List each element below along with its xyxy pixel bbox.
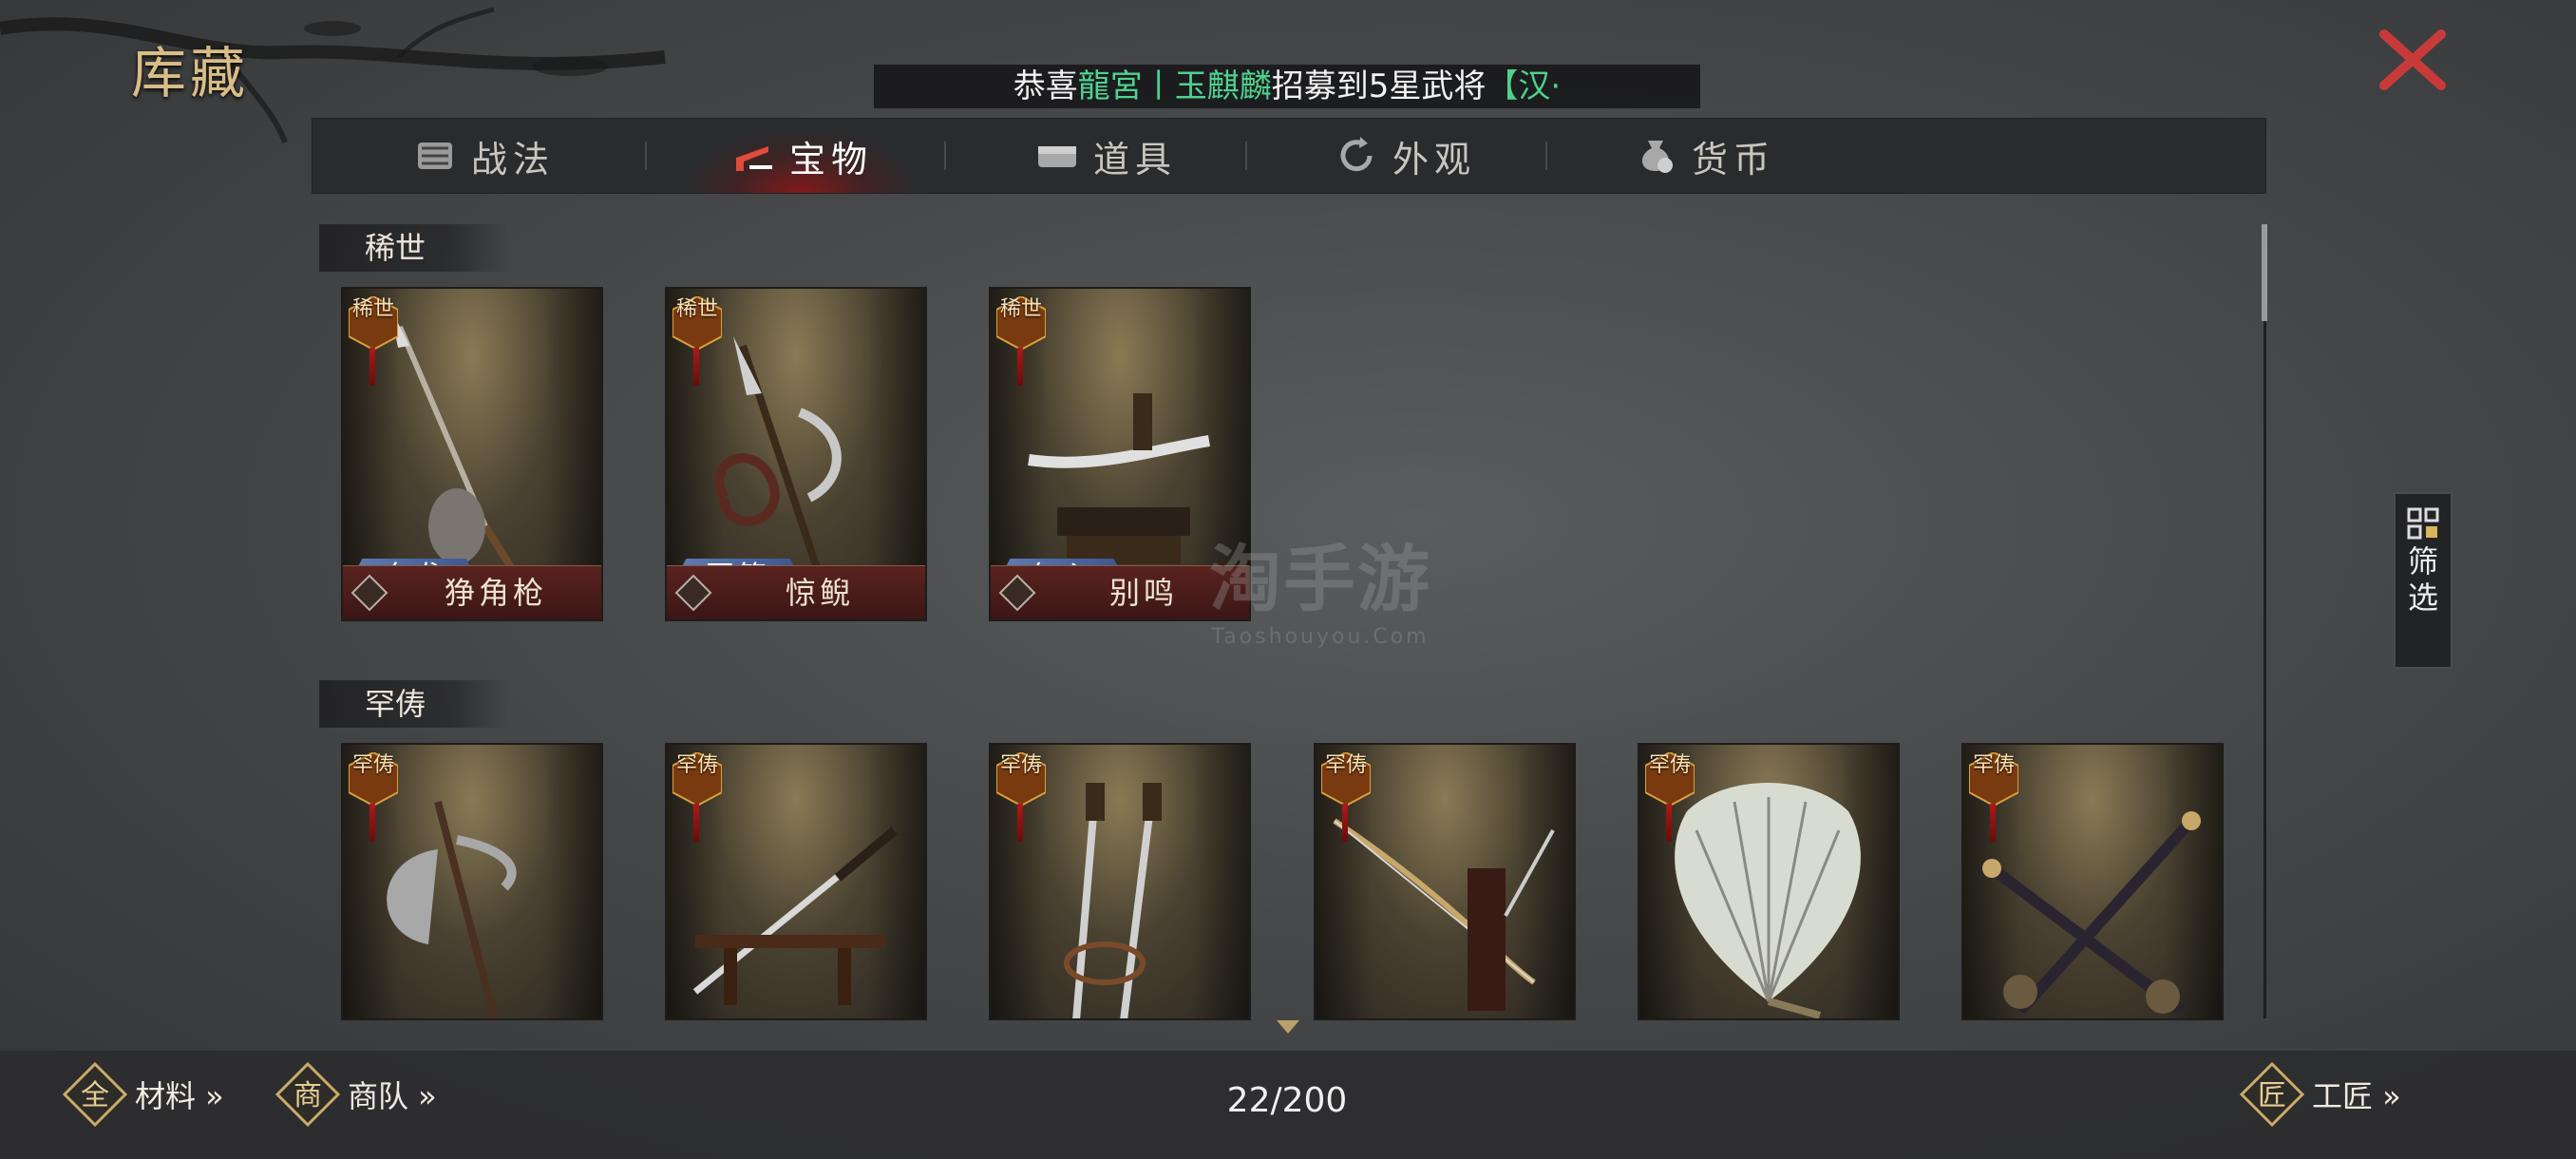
storage-count: 22/200 <box>1226 1081 1348 1120</box>
rarity-tag: 稀世 <box>672 296 722 390</box>
tassel-icon <box>1990 804 1996 842</box>
tab-huobi[interactable]: 货币 <box>1566 119 1842 193</box>
materials-label: 材料 » <box>135 1078 224 1114</box>
caravan-label: 商队 » <box>348 1078 437 1114</box>
treasure-name-bar: 惊鲵 <box>667 565 925 619</box>
close-icon <box>2379 29 2446 90</box>
treasure-name: 惊鲵 <box>785 575 854 611</box>
rarity-tag-label: 罕俦 <box>999 753 1042 777</box>
treasure-card[interactable]: 罕俦 <box>1961 743 2224 1020</box>
caravan-button[interactable]: 商 商队 » <box>275 1060 437 1129</box>
filter-label-2: 选 <box>2407 580 2438 616</box>
announcement-banner: 恭喜龍宮丨玉麒麟招募到5星武将【汉· <box>874 65 1700 108</box>
craftsman-button[interactable]: 匠 工匠 » <box>2240 1060 2401 1129</box>
rarity-tag-label: 稀世 <box>999 297 1042 321</box>
scrollbar-track[interactable] <box>2263 224 2266 1018</box>
watermark-line2: Taoshouyou.Com <box>1211 625 1430 649</box>
tab-baowu[interactable]: 宝物 <box>664 119 939 193</box>
treasure-card[interactable]: 罕俦 <box>1314 743 1576 1020</box>
announcement-suffix: 【汉· <box>1486 67 1562 105</box>
rarity-tag: 罕俦 <box>1645 752 1695 846</box>
scroll-down-arrow-icon <box>1277 1020 1299 1034</box>
tab-divider <box>944 142 946 170</box>
tassel-icon <box>693 804 699 842</box>
rarity-tag: 罕俦 <box>672 752 722 846</box>
tassel-icon <box>1017 804 1023 842</box>
treasure-card[interactable]: 罕俦 <box>1638 743 1900 1020</box>
materials-button[interactable]: 全 材料 » <box>63 1060 224 1129</box>
treasure-name-bar: 狰角枪 <box>343 565 601 619</box>
tab-divider <box>1245 142 1247 170</box>
treasure-icon <box>735 146 772 171</box>
announcement-server: 龍宮 <box>1077 67 1143 105</box>
rarity-tag: 罕俦 <box>1969 752 2018 846</box>
tab-waiguan[interactable]: 外观 <box>1267 119 1543 193</box>
rarity-tag: 稀世 <box>349 296 398 390</box>
refresh-icon <box>1340 137 1373 172</box>
tab-label: 宝物 <box>788 138 873 180</box>
svg-text:匠: 匠 <box>2258 1079 2286 1112</box>
page-title: 库藏 <box>131 41 250 105</box>
announcement-middle: 招募到5星武将 <box>1271 67 1487 105</box>
treasure-card[interactable]: 稀世奔袭狰角枪 <box>341 287 603 621</box>
rarity-tag-label: 罕俦 <box>1648 753 1691 777</box>
section-header-xishi: 稀世 <box>319 224 509 272</box>
scroll-icon <box>417 142 452 169</box>
grade-badge-icon <box>998 574 1036 612</box>
rarity-tag-label: 罕俦 <box>1972 753 2015 777</box>
tassel-icon <box>1017 348 1023 386</box>
tab-label: 道具 <box>1092 138 1177 180</box>
tab-zhanfa[interactable]: 战法 <box>369 119 597 193</box>
materials-icon: 全 <box>63 1062 127 1127</box>
tab-daoju[interactable]: 道具 <box>968 119 1243 193</box>
tassel-icon <box>1666 804 1672 842</box>
treasure-card[interactable]: 罕俦 <box>989 743 1251 1020</box>
rarity-tag-label: 稀世 <box>351 297 394 321</box>
tab-label: 战法 <box>470 138 555 180</box>
tassel-icon <box>369 348 375 386</box>
treasure-card[interactable]: 稀世至策惊鲵 <box>665 287 927 621</box>
tab-divider <box>1545 142 1547 170</box>
tassel-icon <box>369 804 375 842</box>
treasure-card[interactable]: 罕俦 <box>341 743 603 1020</box>
craftsman-label: 工匠 » <box>2312 1078 2401 1114</box>
scrollbar-thumb[interactable] <box>2262 224 2267 321</box>
treasure-card[interactable]: 罕俦 <box>665 743 927 1020</box>
grid-filter-icon <box>2407 507 2439 540</box>
rarity-tag-label: 罕俦 <box>351 753 394 777</box>
grade-badge-icon <box>674 574 712 612</box>
tassel-icon <box>1342 804 1348 842</box>
watermark: 淘手游 Taoshouyou.Com <box>1168 521 1472 649</box>
close-button[interactable] <box>2375 27 2451 93</box>
filter-label-1: 筛 <box>2407 543 2438 580</box>
money-bag-icon <box>1641 141 1673 173</box>
rarity-tag-label: 罕俦 <box>1324 753 1367 777</box>
rarity-tag: 罕俦 <box>996 752 1046 846</box>
rarity-tag: 罕俦 <box>349 752 398 846</box>
tab-divider <box>645 142 647 170</box>
rarity-tag-label: 稀世 <box>675 297 718 321</box>
tassel-icon <box>693 348 699 386</box>
craftsman-icon: 匠 <box>2240 1062 2304 1127</box>
svg-text:商: 商 <box>294 1079 322 1112</box>
rarity-tag: 罕俦 <box>1321 752 1371 846</box>
rarity-tag: 稀世 <box>996 296 1046 390</box>
chest-icon <box>1037 146 1076 167</box>
grade-badge-icon <box>350 574 388 612</box>
section-header-hanchou: 罕俦 <box>319 680 509 728</box>
watermark-line1: 淘手游 <box>1209 537 1431 621</box>
treasure-name: 狰角枪 <box>444 575 547 611</box>
filter-button[interactable]: 筛 选 <box>2394 492 2453 669</box>
rarity-tag-label: 罕俦 <box>675 753 718 777</box>
caravan-icon: 商 <box>275 1062 340 1127</box>
svg-text:全: 全 <box>81 1079 109 1112</box>
announcement-player: 玉麒麟 <box>1174 67 1272 105</box>
announcement-divider: 丨 <box>1142 67 1175 105</box>
announcement-prefix: 恭喜 <box>1013 67 1078 105</box>
category-tab-bar: 战法 宝物 道具 外观 货币 <box>312 118 2266 194</box>
tab-label: 外观 <box>1392 138 1476 180</box>
tab-label: 货币 <box>1691 138 1775 180</box>
